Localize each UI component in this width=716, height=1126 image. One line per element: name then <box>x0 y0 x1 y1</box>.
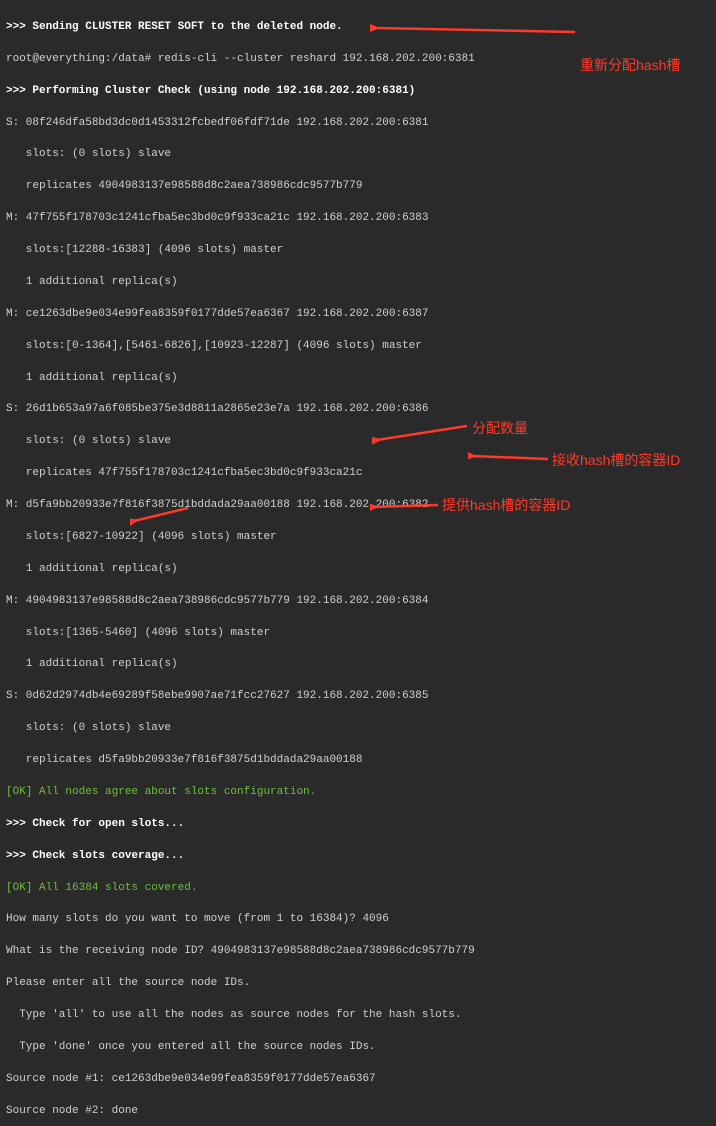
out-line: Type 'all' to use all the nodes as sourc… <box>6 1008 710 1024</box>
out-line: How many slots do you want to move (from… <box>6 912 710 928</box>
out-line: What is the receiving node ID? 490498313… <box>6 944 710 960</box>
out-line: slots:[0-1364],[5461-6826],[10923-12287]… <box>6 339 710 355</box>
ok-line: [OK] All 16384 slots covered. <box>6 881 710 897</box>
terminal-output[interactable]: >>> Sending CLUSTER RESET SOFT to the de… <box>0 0 716 1126</box>
out-line: >>> Check for open slots... <box>6 817 710 833</box>
out-line: 1 additional replica(s) <box>6 371 710 387</box>
out-line: S: 08f246dfa58bd3dc0d1453312fcbedf06fdf7… <box>6 116 710 132</box>
out-line: Please enter all the source node IDs. <box>6 976 710 992</box>
out-line: slots: (0 slots) slave <box>6 434 710 450</box>
out-line: Source node #2: done <box>6 1104 710 1120</box>
ok-line: [OK] All nodes agree about slots configu… <box>6 785 710 801</box>
shell-prompt: root@everything:/data# <box>6 53 151 65</box>
out-line: M: 4904983137e98588d8c2aea738986cdc9577b… <box>6 594 710 610</box>
out-line: M: d5fa9bb20933e7f816f3875d1bddada29aa00… <box>6 498 710 514</box>
out-line: S: 0d62d2974db4e69289f58ebe9907ae71fcc27… <box>6 689 710 705</box>
out-line: S: 26d1b653a97a6f085be375e3d8811a2865e23… <box>6 402 710 418</box>
out-line: replicates d5fa9bb20933e7f816f3875d1bdda… <box>6 753 710 769</box>
out-line: >>> Check slots coverage... <box>6 849 710 865</box>
out-line: Type 'done' once you entered all the sou… <box>6 1040 710 1056</box>
out-line: M: ce1263dbe9e034e99fea8359f0177dde57ea6… <box>6 307 710 323</box>
out-line: 1 additional replica(s) <box>6 275 710 291</box>
out-line: M: 47f755f178703c1241cfba5ec3bd0c9f933ca… <box>6 211 710 227</box>
prompt-line: root@everything:/data# redis-cli --clust… <box>6 52 710 68</box>
out-line: slots:[12288-16383] (4096 slots) master <box>6 243 710 259</box>
out-line: slots:[1365-5460] (4096 slots) master <box>6 626 710 642</box>
out-line: slots: (0 slots) slave <box>6 147 710 163</box>
out-line: replicates 4904983137e98588d8c2aea738986… <box>6 179 710 195</box>
out-line: 1 additional replica(s) <box>6 562 710 578</box>
out-line: slots:[6827-10922] (4096 slots) master <box>6 530 710 546</box>
out-line: replicates 47f755f178703c1241cfba5ec3bd0… <box>6 466 710 482</box>
out-line: >>> Performing Cluster Check (using node… <box>6 84 710 100</box>
out-line: 1 additional replica(s) <box>6 657 710 673</box>
shell-command: redis-cli --cluster reshard 192.168.202.… <box>151 53 474 65</box>
out-line: >>> Sending CLUSTER RESET SOFT to the de… <box>6 20 710 36</box>
out-line: slots: (0 slots) slave <box>6 721 710 737</box>
out-line: Source node #1: ce1263dbe9e034e99fea8359… <box>6 1072 710 1088</box>
